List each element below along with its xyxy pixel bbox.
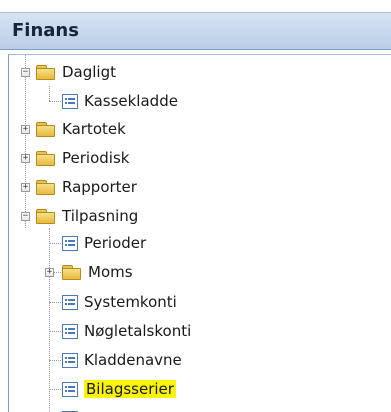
tree-item-periodisk[interactable]: Periodisk [35,144,129,172]
tree-item-label: Moms [88,263,133,281]
tree-hline [49,101,61,102]
folder-icon [61,264,83,281]
tree-hline [49,360,61,361]
list-page-icon [61,93,79,110]
folder-icon [35,121,57,138]
expand-toggle-kartotek[interactable]: + [21,125,30,134]
tree-item-label-highlighted: Bilagsserier [84,380,176,398]
collapse-toggle-daglig[interactable]: − [21,68,30,77]
tree-item-noegletalskonti[interactable]: Nøgletalskonti [61,317,191,345]
tree-item-kartotek[interactable]: Kartotek [35,115,126,143]
tree-item-label: Perioder [84,234,147,252]
tree-item-kladdenavne[interactable]: Kladdenavne [61,346,182,374]
pane-header: Finans [0,12,391,50]
tree-item-label: Periodisk [62,149,130,167]
expand-toggle-moms[interactable]: + [45,268,54,277]
tree-item-tilpasning[interactable]: Tilpasning [35,202,138,230]
finans-navigation-pane: Finans − Dagligt Kassekladde + Kartotek [0,0,391,412]
tree-item-moms[interactable]: Moms [61,258,133,286]
list-page-icon [61,381,79,398]
tree-hline [49,389,61,390]
tree-item-rapporter[interactable]: Rapporter [35,173,137,201]
navigation-tree: − Dagligt Kassekladde + Kartotek + Perio… [8,54,391,412]
tree-item-kassekladde[interactable]: Kassekladde [61,87,178,115]
tree-hline [49,331,61,332]
tree-item-label: Nøgletalskonti [84,322,192,340]
tree-item-bilagsserier[interactable]: Bilagsserier [61,375,176,403]
tree-hline [54,272,61,273]
tree-item-label: Kartotek [62,120,126,138]
folder-icon [35,208,57,225]
expand-toggle-periodisk[interactable]: + [21,154,30,163]
list-page-icon [61,294,79,311]
tree-item-partial[interactable] [61,404,79,412]
folder-icon [35,150,57,167]
list-page-icon [61,323,79,340]
list-page-icon [61,352,79,369]
tree-hline [49,302,61,303]
folder-icon [35,64,57,81]
tree-item-label: Systemkonti [84,293,177,311]
tree-item-label: Rapporter [62,178,137,196]
tree-branch-line-tilpasning [49,228,50,412]
folder-icon [35,179,57,196]
tree-item-label: Kassekladde [84,92,178,110]
list-page-icon [61,235,79,252]
tree-item-label: Kladdenavne [84,351,182,369]
expand-toggle-rapporter[interactable]: + [21,183,30,192]
tree-hline [49,243,61,244]
collapse-toggle-tilpasning[interactable]: − [21,212,30,221]
tree-branch-line-daglig [49,86,50,101]
tree-item-systemkonti[interactable]: Systemkonti [61,288,177,316]
tree-item-perioder[interactable]: Perioder [61,229,146,257]
tree-item-daglig[interactable]: Dagligt [35,58,116,86]
tree-root-line [25,55,26,228]
tree-item-label: Dagligt [62,63,117,81]
pane-title: Finans [12,20,79,41]
tree-item-label: Tilpasning [62,207,139,225]
